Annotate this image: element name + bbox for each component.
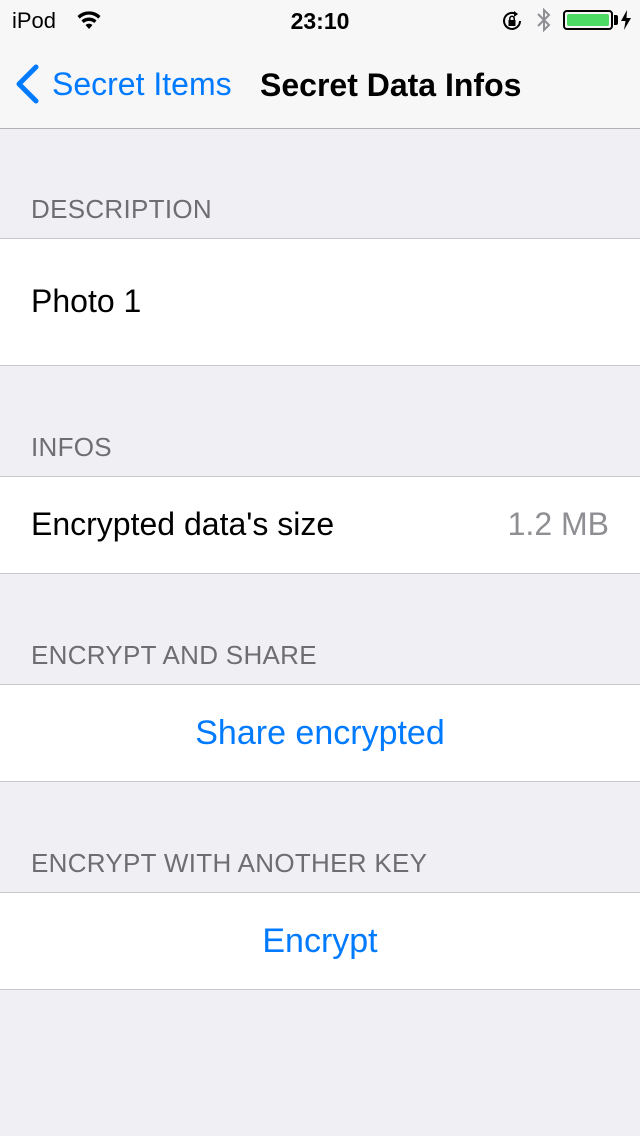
section-header-description: DESCRIPTION <box>31 194 212 224</box>
encrypt-cell[interactable]: Encrypt <box>0 892 640 990</box>
top-bar: iPod 23:10 Secret Items Secret Data Info… <box>0 0 640 129</box>
battery-icon <box>563 10 613 30</box>
section-header-encrypt-share: ENCRYPT AND SHARE <box>31 640 317 670</box>
encrypted-size-value: 1.2 MB <box>507 506 609 542</box>
description-value: Photo 1 <box>31 283 142 319</box>
share-encrypted-cell[interactable]: Share encrypted <box>0 684 640 782</box>
back-button-label: Secret Items <box>52 65 232 102</box>
screen: iPod 23:10 Secret Items Secret Data Info… <box>0 0 640 1136</box>
back-button[interactable]: Secret Items <box>14 64 232 104</box>
status-bar: iPod 23:10 <box>0 0 640 40</box>
battery-level <box>567 14 609 26</box>
battery-nub <box>614 15 618 25</box>
charging-bolt-icon <box>621 10 631 30</box>
chevron-left-icon <box>16 64 39 104</box>
section-header-infos: INFOS <box>31 432 112 462</box>
encrypt-button[interactable]: Encrypt <box>0 922 640 961</box>
encrypted-size-label: Encrypted data's size <box>31 506 335 542</box>
rotation-lock-icon <box>503 11 521 30</box>
description-cell[interactable]: Photo 1 <box>0 238 640 366</box>
navigation-bar: Secret Items Secret Data Infos <box>0 40 640 129</box>
encrypted-size-cell: Encrypted data's size 1.2 MB <box>0 476 640 574</box>
section-header-encrypt-another-key: ENCRYPT WITH ANOTHER KEY <box>31 848 428 878</box>
share-encrypted-button[interactable]: Share encrypted <box>0 714 640 753</box>
page-title: Secret Data Infos <box>260 67 522 103</box>
bluetooth-icon <box>537 7 551 33</box>
